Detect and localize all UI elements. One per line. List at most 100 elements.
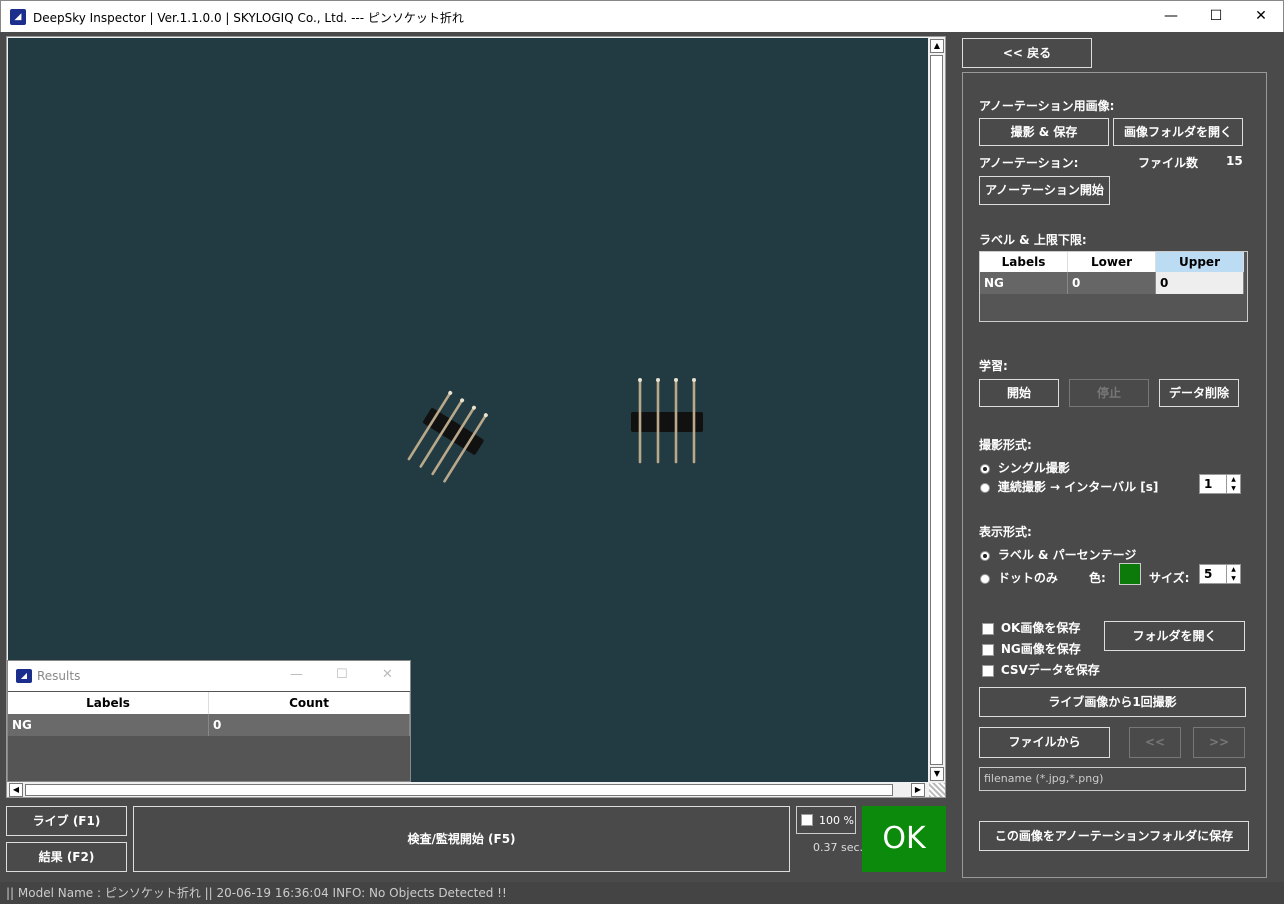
label-percentage-text: ラベル & パーセンテージ [997,548,1137,562]
save-csv-checkbox[interactable] [982,664,994,677]
save-ng-checkbox[interactable] [982,643,994,656]
results-close-button[interactable]: ✕ [382,667,393,682]
results-window: ◢ Results — ☐ ✕ Labels Count NG 0 [7,660,411,782]
dots-only-radio[interactable] [980,573,990,584]
continuous-capture-option[interactable]: 連続撮影 → インターバル [s] [980,478,1158,495]
open-image-folder-button[interactable]: 画像フォルダを開く [1113,118,1243,146]
save-ok-option[interactable]: OK画像を保存 [982,619,1080,636]
scroll-right-icon[interactable]: ▶ [911,783,925,797]
capture-once-button[interactable]: ライブ画像から1回撮影 [979,687,1246,717]
dots-only-option[interactable]: ドットのみ [980,569,1058,586]
title-bar: ◢ DeepSky Inspector | Ver.1.1.0.0 | SKYL… [0,0,1284,32]
scroll-down-icon[interactable]: ▼ [930,767,944,781]
app-logo-icon: ◢ [16,669,32,683]
dot-color-swatch[interactable] [1119,563,1141,585]
close-button[interactable]: ✕ [1238,1,1284,32]
pin-header-left [407,390,488,483]
column-header-labels: Labels [980,252,1068,272]
label-limits-table[interactable]: Labels Lower Upper NG 0 0 [979,251,1248,322]
display-mode-label: 表示形式: [979,525,1032,539]
save-ok-text: OK画像を保存 [1000,621,1081,635]
save-csv-option[interactable]: CSVデータを保存 [982,661,1100,678]
pin-header-right [631,378,703,464]
annotation-image-label: アノーテーション用画像: [979,99,1115,113]
label-cell[interactable]: NG [980,272,1068,294]
results-minimize-button[interactable]: — [290,667,303,682]
continuous-capture-text: 連続撮影 → インターバル [s] [997,480,1159,494]
scroll-up-icon[interactable]: ▲ [930,39,944,53]
save-ng-option[interactable]: NG画像を保存 [982,640,1081,657]
horizontal-scroll-thumb[interactable] [25,784,893,796]
vertical-scroll-thumb[interactable] [930,55,943,765]
file-count-value: 15 [1226,154,1243,168]
file-count-label: ファイル数 [1138,156,1199,170]
size-stepper[interactable]: 5 ▲ ▼ [1199,564,1241,584]
annotation-label: アノーテーション: [979,156,1079,170]
window-title: DeepSky Inspector | Ver.1.1.0.0 | SKYLOG… [33,11,464,25]
result-label-cell: NG [8,714,209,736]
from-file-button[interactable]: ファイルから [979,727,1110,758]
scroll-left-icon[interactable]: ◀ [9,783,23,797]
single-capture-option[interactable]: シングル撮影 [980,459,1070,476]
table-row[interactable]: NG 0 0 [980,272,1247,294]
elapsed-time: 0.37 sec. [813,841,864,854]
verdict-indicator: OK [862,806,946,872]
vertical-scrollbar[interactable]: ▲ ▼ [929,38,945,782]
result-button[interactable]: 結果 (F2) [6,842,127,872]
dots-only-text: ドットのみ [997,571,1058,585]
interval-value[interactable]: 1 [1204,477,1212,491]
save-ok-checkbox[interactable] [982,622,994,635]
start-annotation-button[interactable]: アノーテーション開始 [979,176,1110,205]
save-to-annotation-button[interactable]: この画像をアノーテーションフォルダに保存 [979,821,1249,851]
maximize-button[interactable]: ☐ [1193,1,1239,32]
next-image-button[interactable]: >> [1193,727,1245,758]
result-count-cell: 0 [209,714,410,736]
results-table-header: Labels Count [8,692,410,714]
interval-stepper[interactable]: 1 ▲ ▼ [1199,474,1241,494]
single-capture-text: シングル撮影 [997,461,1070,475]
zoom-label: 100 % [819,814,854,827]
zoom-toggle[interactable]: 100 % [796,806,856,834]
results-title: Results [37,669,81,683]
status-bar: || Model Name : ピンソケット折れ || 20-06-19 16:… [0,882,1284,904]
filename-input[interactable]: filename (*.jpg,*.png) [979,767,1246,791]
single-capture-radio[interactable] [980,463,990,474]
stop-training-button[interactable]: 停止 [1069,379,1149,407]
inspect-start-button[interactable]: 検査/監視開始 (F5) [133,806,790,872]
upper-cell[interactable]: 0 [1156,272,1244,294]
back-button[interactable]: << 戻る [962,38,1092,68]
results-table: Labels Count NG 0 [8,692,410,736]
size-value[interactable]: 5 [1204,567,1212,581]
capture-save-button[interactable]: 撮影 & 保存 [979,118,1109,146]
results-maximize-button[interactable]: ☐ [336,667,348,682]
lower-cell[interactable]: 0 [1068,272,1156,294]
minimize-button[interactable]: — [1148,1,1194,32]
stepper-arrows-icon[interactable]: ▲ ▼ [1226,565,1240,583]
column-header-upper: Upper [1156,252,1244,272]
live-button[interactable]: ライブ (F1) [6,806,127,836]
results-title-bar[interactable]: ◢ Results — ☐ ✕ [8,661,410,691]
horizontal-scrollbar[interactable]: ◀ ▶ [8,783,928,797]
stepper-arrows-icon[interactable]: ▲ ▼ [1226,475,1240,493]
prev-image-button[interactable]: << [1129,727,1181,758]
label-percentage-radio[interactable] [980,550,990,561]
label-limits-label: ラベル & 上限下限: [979,233,1087,247]
delete-data-button[interactable]: データ削除 [1159,379,1239,407]
training-label: 学習: [979,359,1008,373]
continuous-capture-radio[interactable] [980,482,990,493]
color-label: 色: [1089,571,1106,585]
table-row[interactable]: NG 0 [8,714,410,736]
app-logo-icon: ◢ [10,9,26,25]
save-ng-text: NG画像を保存 [1000,642,1081,656]
start-training-button[interactable]: 開始 [979,379,1059,407]
label-percentage-option[interactable]: ラベル & パーセンテージ [980,546,1136,563]
column-header-count: Count [209,692,410,714]
resize-grip[interactable] [929,783,945,797]
column-header-labels: Labels [8,692,209,714]
save-csv-text: CSVデータを保存 [1000,663,1100,677]
label-table-header: Labels Lower Upper [980,252,1247,272]
capture-mode-label: 撮影形式: [979,438,1032,452]
column-header-lower: Lower [1068,252,1156,272]
zoom-checkbox[interactable] [801,814,813,826]
open-folder-button[interactable]: フォルダを開く [1104,621,1245,651]
